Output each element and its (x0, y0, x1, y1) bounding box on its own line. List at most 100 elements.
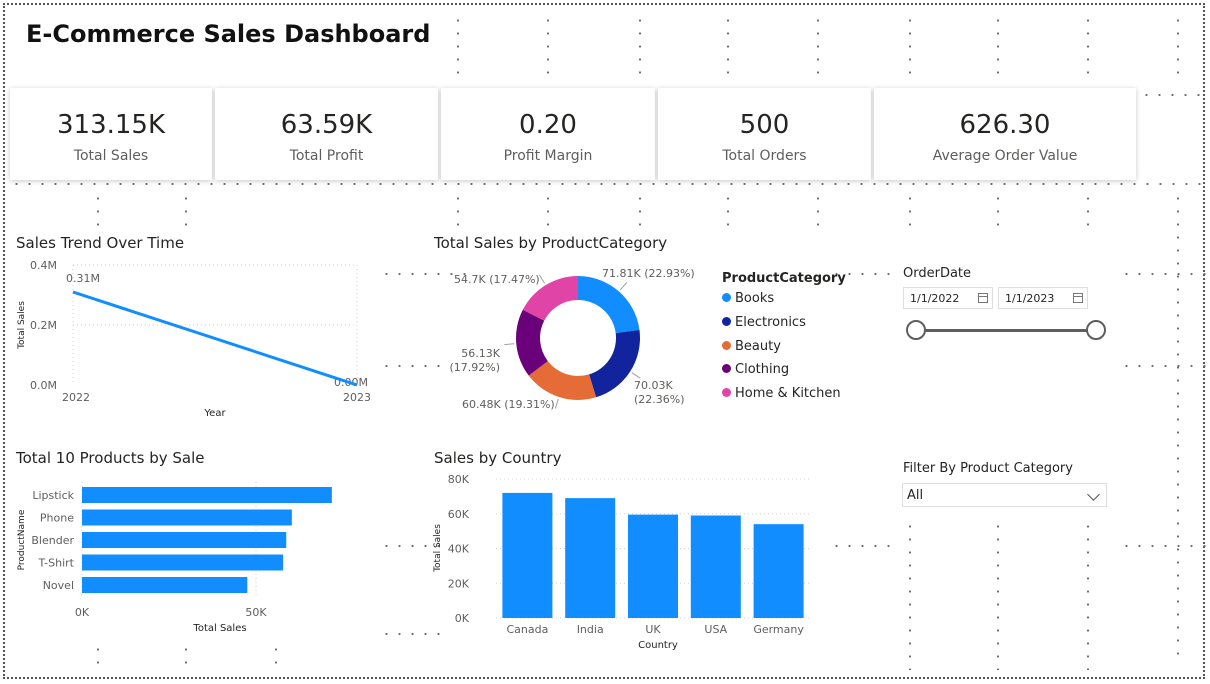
x-tick-label: Canada (506, 623, 548, 636)
kpi-value: 626.30 (959, 110, 1051, 140)
x-axis-title: Total Sales (192, 623, 246, 634)
category-filter-title: Filter By Product Category (903, 461, 1073, 476)
slice-data-label: 70.03K (634, 379, 673, 392)
legend-label: Home & Kitchen (735, 386, 841, 401)
bar[interactable] (502, 492, 553, 618)
y-tick-label: 0K (455, 612, 470, 625)
top-products-bar-chart[interactable]: ProductName 0K 50K Total Sales Lipstick P… (10, 478, 380, 638)
end-date-value: 1/1/2023 (1005, 292, 1055, 305)
x-axis-title: Year (203, 408, 226, 419)
y-tick-label: 0.0M (30, 379, 57, 392)
kpi-cards: 313.15K Total Sales 63.59K Total Profit … (10, 88, 1136, 180)
y-tick-label: Phone (40, 512, 74, 525)
slice-data-label: 56.13K (461, 347, 500, 360)
y-axis-title: Total Sales (17, 301, 27, 350)
slice-data-label: 71.81K (22.93%) (602, 267, 695, 280)
date-range-start-handle[interactable] (906, 320, 926, 340)
bar[interactable] (628, 514, 678, 618)
legend-marker (722, 293, 731, 302)
y-axis-title: ProductName (17, 509, 27, 570)
kpi-card-profit-margin[interactable]: 0.20 Profit Margin (441, 88, 655, 180)
legend-label: Clothing (735, 362, 790, 377)
category-donut-chart[interactable]: 71.81K (22.93%) 70.03K(22.36%) 60.48K (19.… (440, 258, 720, 428)
kpi-card-total-sales[interactable]: 313.15K Total Sales (10, 88, 212, 180)
donut-slice[interactable] (589, 329, 640, 398)
y-tick-label: T-Shirt (37, 557, 74, 570)
bar[interactable] (565, 498, 616, 618)
legend-marker (722, 317, 731, 326)
legend-label: Beauty (735, 339, 781, 354)
legend-item-electronics[interactable]: Electronics (722, 315, 806, 330)
kpi-value: 313.15K (56, 110, 166, 140)
kpi-label: Profit Margin (503, 148, 593, 164)
kpi-label: Total Profit (289, 148, 364, 164)
bar[interactable] (82, 554, 284, 571)
legend-item-beauty[interactable]: Beauty (722, 339, 781, 354)
sales-trend-chart[interactable]: 0.4M 0.2M 0.0M Total Sales 2022 2023 Yea… (10, 255, 380, 430)
legend-item-books[interactable]: Books (722, 291, 774, 306)
data-label: 0.31M (66, 272, 100, 285)
category-filter-value: All (907, 488, 924, 503)
y-tick-label: 20K (448, 577, 470, 590)
y-tick-label: 40K (448, 543, 470, 556)
legend-marker (722, 388, 731, 397)
donut-slice[interactable] (578, 276, 640, 334)
y-tick-label: Blender (31, 534, 74, 547)
trend-line[interactable] (72, 290, 358, 387)
kpi-label: Total Sales (73, 148, 149, 164)
slice-data-label: (22.36%) (634, 393, 685, 406)
y-tick-label: Lipstick (32, 489, 74, 502)
bar[interactable] (82, 509, 292, 526)
leader-line (538, 274, 546, 284)
calendar-icon[interactable] (978, 293, 988, 303)
donut-chart-title: Total Sales by ProductCategory (434, 234, 668, 252)
x-tick-label: 0K (75, 606, 90, 619)
x-tick-label: UK (645, 623, 661, 636)
leader-line (631, 372, 641, 379)
y-tick-label: 0.2M (30, 319, 57, 332)
y-tick-label: Novel (43, 579, 74, 592)
x-tick-label: 2022 (62, 391, 90, 404)
kpi-value: 63.59K (280, 110, 373, 140)
legend-label: Electronics (735, 315, 806, 330)
order-date-slicer-title: OrderDate (903, 266, 972, 281)
country-bar-chart[interactable]: Total Sales Country 0K 20K 40K 60K 80K Canada… (428, 470, 828, 655)
kpi-card-total-profit[interactable]: 63.59K Total Profit (215, 88, 438, 180)
x-tick-label: India (577, 623, 604, 636)
country-chart-title: Sales by Country (434, 449, 562, 467)
category-filter-dropdown[interactable]: All (902, 483, 1107, 507)
end-date-input[interactable]: 1/1/2023 (998, 287, 1088, 309)
kpi-card-average-order-value[interactable]: 626.30 Average Order Value (874, 88, 1136, 180)
slice-data-label: (17.92%) (449, 361, 500, 374)
legend-title: ProductCategory (722, 271, 846, 286)
kpi-value: 500 (739, 110, 790, 140)
kpi-card-total-orders[interactable]: 500 Total Orders (658, 88, 871, 180)
date-range-end-handle[interactable] (1086, 320, 1106, 340)
chevron-down-icon[interactable] (1087, 488, 1100, 501)
y-tick-label: 60K (448, 508, 470, 521)
start-date-input[interactable]: 1/1/2022 (903, 287, 993, 309)
kpi-value: 0.20 (519, 110, 577, 140)
trend-chart-title: Sales Trend Over Time (16, 234, 185, 252)
page-title: E-Commerce Sales Dashboard (26, 20, 431, 48)
start-date-value: 1/1/2022 (910, 292, 960, 305)
x-tick-label: 50K (245, 606, 267, 619)
kpi-label: Average Order Value (932, 148, 1078, 164)
bar[interactable] (82, 532, 287, 548)
legend-item-home-kitchen[interactable]: Home & Kitchen (722, 386, 841, 401)
date-range-slider-track[interactable] (916, 329, 1096, 332)
x-tick-label: Germany (753, 623, 804, 636)
bar[interactable] (753, 524, 804, 618)
bar[interactable] (82, 577, 248, 593)
legend-marker (722, 364, 731, 373)
calendar-icon[interactable] (1073, 293, 1083, 303)
leader-line (504, 343, 515, 346)
legend-marker (722, 341, 731, 350)
bar[interactable] (82, 487, 332, 503)
bar[interactable] (690, 515, 741, 618)
legend-item-clothing[interactable]: Clothing (722, 362, 789, 377)
x-axis-title: Country (638, 640, 678, 651)
leader-line (619, 282, 628, 291)
slice-data-label: 60.48K (19.31%) (462, 398, 555, 411)
y-tick-label: 0.4M (30, 259, 57, 272)
